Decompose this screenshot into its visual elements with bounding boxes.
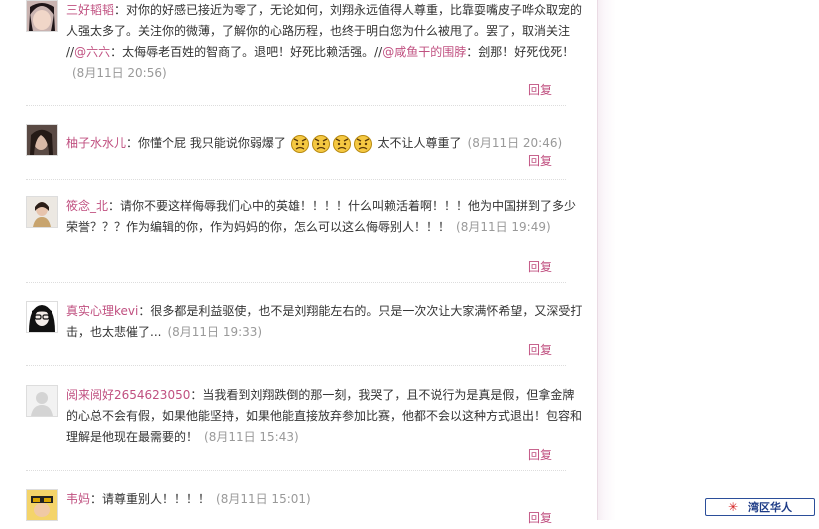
comment-time: (8月11日 15:43)	[204, 430, 299, 444]
avatar[interactable]	[26, 301, 58, 333]
mention-link[interactable]: @咸鱼干的围脖	[382, 45, 466, 59]
comment-time: (8月11日 20:56)	[72, 66, 167, 80]
right-sidebar	[597, 0, 819, 520]
emoticon-icon	[332, 133, 352, 153]
comment-item: 韦妈：请尊重别人！！！！ (8月11日 15:01) 回复	[26, 489, 566, 529]
reply-button[interactable]: 回复	[528, 81, 552, 98]
comment-text: ：很多都是利益驱使，也不是刘翔能左右的。只是一次次让大家满怀希望，又深受打击，也…	[66, 304, 583, 339]
comment-item: 柚子水水儿：你懂个屁 我只能说你弱爆了 太不让人尊重了 (8月11日 20:46)…	[26, 124, 566, 180]
emoticon-icon	[290, 133, 310, 153]
comment-item: 筱念_北：请你不要这样侮辱我们心中的英雄！！！！什么叫赖活着啊！！！他为中国拼到…	[26, 196, 576, 283]
comment-feed: 三好韬韬：对你的好感已接近为零了，无论如何，刘翔永远值得人尊重，比靠耍嘴皮子哗众…	[0, 0, 597, 525]
comment-username[interactable]: 柚子水水儿	[66, 136, 126, 150]
reply-button[interactable]: 回复	[528, 258, 552, 275]
comment-time: (8月11日 15:01)	[216, 492, 311, 506]
star-icon: ✳	[727, 500, 739, 514]
comment-text: ：你懂个屁 我只能说你弱爆了	[126, 136, 286, 150]
comment-text: ：请尊重别人！！！！	[90, 492, 211, 506]
comment-body: 筱念_北：请你不要这样侮辱我们心中的英雄！！！！什么叫赖活着啊！！！他为中国拼到…	[66, 196, 586, 238]
comment-username[interactable]: 三好韬韬	[66, 3, 114, 17]
watermark-text: 湾区华人	[748, 501, 793, 514]
comment-text: ：太侮辱老百姓的智商了。退吧！好死比赖活强。//	[110, 45, 383, 59]
reply-button[interactable]: 回复	[528, 509, 552, 526]
reply-button[interactable]: 回复	[528, 341, 552, 358]
comment-body: 三好韬韬：对你的好感已接近为零了，无论如何，刘翔永远值得人尊重，比靠耍嘴皮子哗众…	[66, 0, 586, 84]
emoticon-icon	[311, 133, 331, 153]
comment-text: 太不让人尊重了	[377, 136, 462, 150]
comment-body: 真实心理kevi：很多都是利益驱使，也不是刘翔能左右的。只是一次次让大家满怀希望…	[66, 301, 586, 343]
watermark-badge: ✳ 湾区华人	[705, 498, 815, 516]
comment-username[interactable]: 真实心理kevi	[66, 304, 138, 318]
avatar[interactable]	[26, 385, 58, 417]
comment-body: 阅来阅好2654623050：当我看到刘翔跌倒的那一刻，我哭了，且不说行为是真是…	[66, 385, 586, 448]
mention-link[interactable]: @六六	[74, 45, 110, 59]
avatar[interactable]	[26, 0, 58, 32]
avatar[interactable]	[26, 489, 58, 521]
comment-time: (8月11日 19:33)	[167, 325, 263, 339]
comment-time: (8月11日 20:46)	[467, 136, 563, 150]
divider	[26, 282, 566, 283]
comment-time: (8月11日 19:49)	[456, 220, 551, 234]
divider	[26, 179, 566, 180]
comment-username[interactable]: 韦妈	[66, 492, 90, 506]
comment-body: 柚子水水儿：你懂个屁 我只能说你弱爆了 太不让人尊重了 (8月11日 20:46)	[66, 133, 586, 154]
divider	[26, 470, 566, 471]
comment-text: ：刽那！好死伐死！	[466, 45, 575, 59]
comment-item: 三好韬韬：对你的好感已接近为零了，无论如何，刘翔永远值得人尊重，比靠耍嘴皮子哗众…	[26, 0, 582, 106]
comment-username[interactable]: 筱念_北	[66, 199, 108, 213]
reply-button[interactable]: 回复	[528, 446, 552, 463]
comment-username[interactable]: 阅来阅好2654623050	[66, 388, 190, 402]
comment-body: 韦妈：请尊重别人！！！！ (8月11日 15:01)	[66, 489, 586, 510]
divider	[26, 365, 566, 366]
divider	[26, 105, 566, 106]
comment-item: 真实心理kevi：很多都是利益驱使，也不是刘翔能左右的。只是一次次让大家满怀希望…	[26, 301, 582, 366]
avatar[interactable]	[26, 196, 58, 228]
emoticon-icon	[353, 133, 373, 153]
reply-button[interactable]: 回复	[528, 152, 552, 169]
comment-item: 阅来阅好2654623050：当我看到刘翔跌倒的那一刻，我哭了，且不说行为是真是…	[26, 385, 582, 471]
avatar[interactable]	[26, 124, 58, 156]
